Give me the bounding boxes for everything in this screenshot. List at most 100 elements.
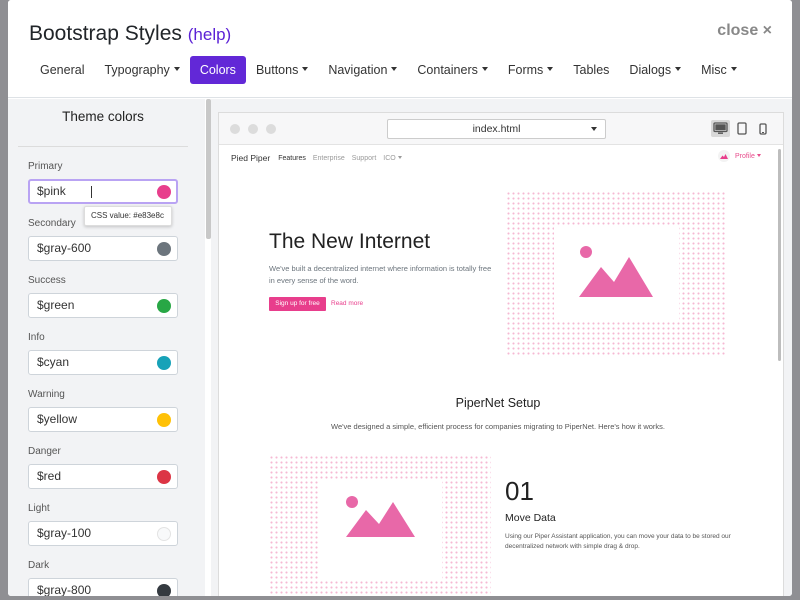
field-label-warning: Warning	[28, 389, 65, 400]
warning-color-value: $yellow	[37, 412, 78, 426]
success-color-value: $green	[37, 298, 75, 312]
nav-link-ico-label: ICO	[383, 154, 396, 162]
tab-misc[interactable]: Misc	[691, 56, 747, 84]
primary-color-input[interactable]: $pink	[28, 179, 178, 204]
nav-link-features[interactable]: Features	[278, 155, 306, 162]
tab-colors[interactable]: Colors	[189, 56, 246, 84]
tab-buttons[interactable]: Buttons	[246, 56, 318, 84]
section-title: PiperNet Setup	[455, 396, 541, 410]
profile-label: Profile	[735, 152, 755, 160]
light-color-value: $gray-100	[37, 526, 92, 540]
success-color-input[interactable]: $green	[28, 293, 178, 318]
warning-color-swatch[interactable]	[157, 413, 171, 427]
page-select-value: index.html	[472, 123, 521, 135]
hero-image-placeholder	[506, 191, 727, 357]
tab-label: General	[40, 63, 85, 77]
mobile-icon[interactable]	[757, 120, 769, 137]
sidebar-title: Theme colors	[18, 109, 188, 147]
tab-label: Typography	[104, 63, 170, 77]
signup-button[interactable]: Sign up for free	[269, 297, 326, 311]
preview-scrollbar[interactable]	[778, 149, 781, 361]
profile-menu[interactable]: Profile	[718, 150, 761, 162]
avatar	[718, 150, 730, 162]
modal-header: Bootstrap Styles (help) close × General T…	[8, 0, 792, 98]
chevron-down-icon	[481, 67, 488, 71]
window-dot	[248, 124, 258, 134]
section-subtitle: We've designed a simple, efficient proce…	[331, 422, 665, 431]
page-select[interactable]: index.html	[387, 119, 606, 139]
preview-panel: index.html Pied Piper Features Enterpris…	[211, 99, 792, 596]
step-number: 01	[505, 476, 534, 506]
window-dot	[230, 124, 240, 134]
image-icon	[579, 246, 653, 297]
title-text: Bootstrap Styles	[29, 22, 182, 45]
tab-label: Colors	[199, 63, 236, 77]
chevron-down-icon	[397, 155, 402, 159]
tab-bar: General Typography Colors Buttons Navigation…	[30, 56, 747, 84]
tab-tables[interactable]: Tables	[563, 56, 619, 84]
secondary-color-input[interactable]: $gray-600	[28, 236, 178, 261]
nav-link-enterprise[interactable]: Enterprise	[313, 155, 345, 162]
tab-label: Navigation	[328, 63, 388, 77]
tab-navigation[interactable]: Navigation	[318, 56, 407, 84]
step-image-placeholder	[269, 455, 491, 596]
tab-label: Containers	[417, 63, 478, 77]
step-title: Move Data	[505, 512, 556, 524]
hero-subtitle: We've built a decentralized internet whe…	[269, 264, 492, 285]
bootstrap-styles-modal: Bootstrap Styles (help) close × General T…	[8, 0, 792, 596]
tab-label: Forms	[507, 63, 544, 77]
dark-color-input[interactable]: $gray-800	[28, 578, 178, 596]
primary-color-swatch[interactable]	[157, 185, 171, 199]
field-label-secondary: Secondary	[28, 218, 76, 229]
nav-link-ico[interactable]: ICO	[383, 154, 402, 162]
tab-label: Tables	[573, 63, 610, 77]
browser-toolbar: index.html	[219, 113, 783, 145]
step-description: Using our Piper Assistant application, y…	[505, 533, 731, 550]
site-brand[interactable]: Pied Piper	[231, 153, 270, 163]
window-dot	[266, 124, 276, 134]
help-link[interactable]: (help)	[188, 25, 231, 44]
field-label-dark: Dark	[28, 560, 50, 571]
info-color-swatch[interactable]	[157, 356, 171, 370]
desktop-icon[interactable]	[711, 120, 730, 137]
chevron-down-icon	[391, 67, 398, 71]
secondary-color-swatch[interactable]	[157, 242, 171, 256]
light-color-swatch[interactable]	[157, 527, 171, 541]
field-label-success: Success	[28, 275, 66, 286]
field-label-light: Light	[28, 503, 50, 514]
secondary-color-value: $gray-600	[37, 241, 92, 255]
danger-color-input[interactable]: $red	[28, 464, 178, 489]
tab-typography[interactable]: Typography	[94, 56, 189, 84]
close-button[interactable]: close ×	[717, 22, 772, 40]
chevron-down-icon	[302, 67, 309, 71]
chevron-down-icon	[173, 67, 180, 71]
info-color-input[interactable]: $cyan	[28, 350, 178, 375]
chevron-down-icon	[730, 67, 737, 71]
chevron-down-icon	[591, 127, 597, 131]
warning-color-input[interactable]: $yellow	[28, 407, 178, 432]
light-color-input[interactable]: $gray-100	[28, 521, 178, 546]
tab-general[interactable]: General	[30, 56, 94, 84]
danger-color-value: $red	[37, 469, 62, 483]
primary-color-value: $pink	[37, 184, 66, 198]
css-value-tooltip: CSS value: #e83e8c	[84, 206, 172, 226]
image-icon	[346, 496, 415, 537]
success-color-swatch[interactable]	[157, 299, 171, 313]
read-more-link[interactable]: Read more	[331, 297, 363, 311]
chevron-down-icon	[756, 153, 761, 157]
tab-forms[interactable]: Forms	[498, 56, 563, 84]
tablet-icon[interactable]	[735, 120, 749, 137]
tab-containers[interactable]: Containers	[407, 56, 497, 84]
field-label-primary: Primary	[28, 161, 63, 172]
site-navbar: Pied Piper Features Enterprise Support I…	[231, 152, 409, 164]
danger-color-swatch[interactable]	[157, 470, 171, 484]
info-color-value: $cyan	[37, 355, 70, 369]
browser-frame: index.html Pied Piper Features Enterpris…	[218, 112, 784, 596]
site-preview: Pied Piper Features Enterprise Support I…	[219, 146, 777, 596]
dark-color-value: $gray-800	[37, 583, 92, 596]
field-label-info: Info	[28, 332, 45, 343]
nav-link-support[interactable]: Support	[352, 155, 377, 162]
dark-color-swatch[interactable]	[157, 584, 171, 596]
chevron-down-icon	[547, 67, 554, 71]
tab-dialogs[interactable]: Dialogs	[619, 56, 691, 84]
